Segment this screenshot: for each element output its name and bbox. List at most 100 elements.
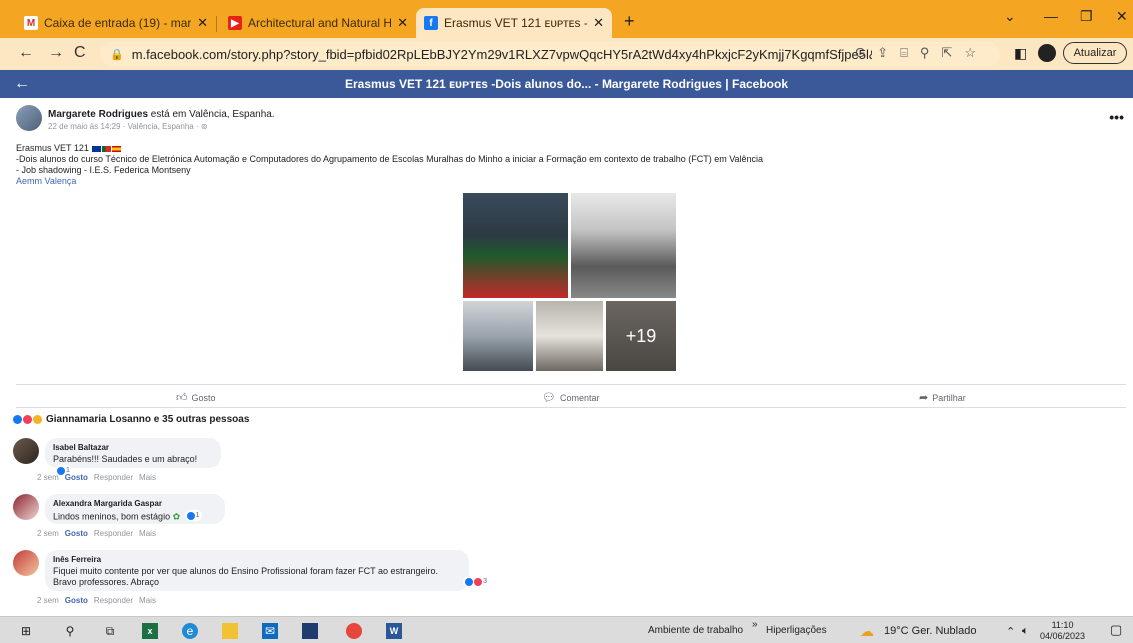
comment-label: Comentar [559, 392, 600, 403]
chevron-down-icon[interactable]: ⌄ [1004, 8, 1016, 25]
omnibox-icons[interactable]: G⇪⌸⚲⇱☆ [855, 45, 988, 61]
comment-bubble: Alexandra Margarida Gaspar Lindos menino… [45, 494, 225, 524]
clock[interactable]: 11:10 04/06/2023 [1040, 620, 1085, 642]
facebook-icon: f [424, 16, 438, 30]
clock-date: 04/06/2023 [1040, 631, 1086, 641]
share-button[interactable]: ➦ Partilhar [919, 391, 966, 404]
close-icon[interactable]: ✕ [197, 15, 208, 31]
comment-more-link[interactable]: Mais [139, 596, 156, 605]
url-text: m.facebook.com/story.php?story_fbid=pfbi… [131, 46, 872, 62]
mail-icon[interactable]: ✉ [262, 623, 278, 639]
desktop-toolbar-label[interactable]: Ambiente de trabalho [648, 625, 743, 636]
new-tab-icon[interactable]: + [624, 11, 635, 32]
like-button[interactable]: 👍︎ Gosto [176, 391, 216, 404]
comment-like-link[interactable]: Gosto [65, 529, 88, 538]
address-bar[interactable]: 🔒 m.facebook.com/story.php?story_fbid=pf… [100, 42, 1000, 66]
comment-icon: 💬︎ [542, 392, 556, 404]
spain-flag-icon [112, 145, 122, 152]
reload-icon[interactable]: C [74, 44, 86, 62]
comment-more-link[interactable]: Mais [139, 529, 156, 538]
comment-author[interactable]: Alexandra Margarida Gaspar [53, 498, 217, 509]
comment-footer: 2 sem Gosto Responder Mais [37, 596, 156, 605]
reaction-count: 3 [483, 578, 487, 585]
store-icon[interactable] [302, 623, 318, 639]
comment-text: Lindos meninos, bom estágio [53, 511, 171, 522]
photo-2[interactable] [571, 193, 676, 298]
restore-icon[interactable]: ❐ [1080, 8, 1093, 25]
like-reaction-icon [465, 577, 474, 586]
care-reaction-icon [33, 415, 42, 424]
windows-start-icon[interactable]: ⊞ [18, 623, 34, 639]
search-icon[interactable]: ⚲ [62, 623, 78, 639]
excel-icon[interactable]: x [142, 623, 158, 639]
profile-avatar-icon[interactable] [1038, 44, 1056, 62]
tab-label: Erasmus VET 121 ᴇᴜᴘᴛᴇs -Dois alu [444, 16, 587, 30]
photo-1[interactable] [463, 193, 568, 298]
links-toolbar-label[interactable]: Hiperligações [766, 625, 827, 636]
avatar[interactable] [13, 494, 39, 520]
tab-gmail[interactable]: M Caixa de entrada (19) - margaret ✕ [16, 8, 216, 38]
file-explorer-icon[interactable] [222, 623, 238, 639]
portugal-flag-icon [102, 145, 112, 152]
post-link[interactable]: Aemm Valença [16, 176, 763, 187]
update-button[interactable]: Atualizar [1063, 42, 1127, 64]
taskbar: ⊞ ⚲ ⧉ x e ✉ W Ambiente de trabalho » Hip… [0, 616, 1133, 643]
reactions-summary[interactable]: Giannamaria Losanno e 35 outras pessoas [13, 414, 249, 425]
comment-footer: 2 sem Gosto Responder Mais [37, 529, 156, 538]
comment-reply-link[interactable]: Responder [94, 473, 133, 482]
comment-author[interactable]: Isabel Baltazar [53, 442, 213, 453]
sidebar-toggle-icon[interactable]: ◧ [1014, 45, 1027, 62]
comment-like-link[interactable]: Gosto [65, 596, 88, 605]
comment-more-link[interactable]: Mais [139, 473, 156, 482]
forward-arrow-icon[interactable]: → [48, 44, 64, 62]
post-header: Margarete Rodrigues está em Valência, Es… [16, 105, 1126, 135]
comment-author[interactable]: Inês Ferreira [53, 554, 461, 565]
task-view-icon[interactable]: ⧉ [102, 623, 118, 639]
page-title: Erasmus VET 121 ᴇᴜᴘᴛᴇs -Dois alunos do..… [344, 77, 789, 91]
tab-label: Caixa de entrada (19) - margaret [44, 16, 192, 30]
comment-text: Fiquei muito contente por ver que alunos… [53, 566, 439, 576]
notifications-icon[interactable]: ▢ [1110, 622, 1122, 638]
avatar[interactable] [13, 438, 39, 464]
back-arrow-icon[interactable]: ← [18, 44, 34, 62]
comment-reply-link[interactable]: Responder [94, 529, 133, 538]
thumbs-up-icon: 👍︎ [176, 392, 188, 404]
chrome-icon[interactable] [346, 623, 362, 639]
comment-button[interactable]: 💬︎ Comentar [542, 391, 599, 404]
word-icon[interactable]: W [386, 623, 402, 639]
photo-3[interactable] [463, 301, 533, 371]
avatar[interactable] [13, 550, 39, 576]
comment-reactions[interactable]: 1 [184, 510, 202, 521]
like-reaction-icon [13, 415, 22, 424]
tab-youtube[interactable]: ▶ Architectural and Natural Heritag ✕ [220, 8, 416, 38]
photo-5-more[interactable]: +19 [606, 301, 676, 371]
tab-separator [216, 16, 217, 32]
more-options-icon[interactable]: ••• [1109, 109, 1124, 125]
post-author[interactable]: Margarete Rodrigues [48, 109, 148, 120]
youtube-icon: ▶ [228, 16, 242, 30]
minimize-icon[interactable]: — [1044, 8, 1058, 24]
tray-chevron-icon[interactable]: ⌃ [1006, 625, 1015, 638]
speaker-icon[interactable]: 🔈︎ [1022, 625, 1029, 638]
chevron-right-icon[interactable]: » [752, 619, 758, 630]
eu-flag-icon [92, 145, 102, 152]
comment-time: 2 sem [37, 596, 59, 605]
avatar[interactable] [16, 105, 42, 131]
comment-like-link[interactable]: Gosto [65, 473, 88, 482]
like-label: Gosto [191, 392, 216, 403]
edge-icon[interactable]: e [182, 623, 198, 639]
lock-icon: 🔒 [110, 48, 124, 61]
close-icon[interactable]: ✕ [593, 15, 604, 31]
post-location: está em Valência, Espanha. [148, 109, 275, 120]
comment-reply-link[interactable]: Responder [94, 596, 133, 605]
plant-emoji-icon: ✿ [172, 511, 181, 522]
comment-text: Parabéns!!! Saudades e um abraço! [53, 454, 198, 464]
weather-cloud-icon: ☁ [860, 623, 874, 639]
tab-facebook[interactable]: f Erasmus VET 121 ᴇᴜᴘᴛᴇs -Dois alu ✕ [416, 8, 612, 38]
comment-reactions[interactable]: 3 [463, 576, 489, 587]
close-icon[interactable]: ✕ [397, 15, 408, 31]
browser-toolbar: ← → C 🔒 m.facebook.com/story.php?story_f… [0, 38, 1133, 70]
photo-4[interactable] [536, 301, 603, 371]
weather-text[interactable]: 19°C Ger. Nublado [884, 625, 976, 637]
window-close-icon[interactable]: ✕ [1116, 8, 1128, 25]
